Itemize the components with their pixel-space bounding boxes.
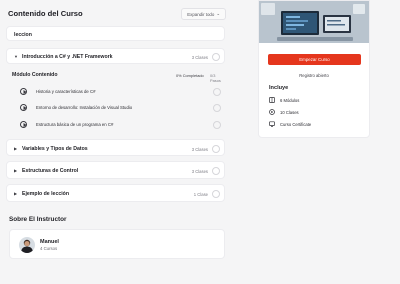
enroll-sidebar: Empezar Curso Registro abierto Incluye 6…: [258, 0, 370, 138]
instructor-card[interactable]: Manuel 4 Cursos: [9, 229, 225, 259]
includes-item-classes: 10 Clases: [269, 108, 299, 116]
completion-circle-icon: [213, 88, 221, 96]
instructor-name: Manuel: [40, 239, 59, 245]
curriculum-header: Contenido del Curso Expandir todo ⌄: [8, 8, 226, 22]
completion-circle-icon: [212, 53, 220, 61]
section-intro[interactable]: ▼ Introducción a C# y .NET Framework 3 C…: [6, 48, 225, 64]
section-title: Variables y Tipos de Datos: [22, 146, 88, 152]
certificate-icon: [269, 121, 275, 127]
section-variables[interactable]: ▶ Variables y Tipos de Datos 3 Clases: [6, 139, 225, 156]
module-label: Módulo Contenido: [12, 72, 58, 78]
lesson-item[interactable]: Estructura básica de un programa en C#: [6, 117, 225, 134]
lesson-item[interactable]: Historia y características de C#: [6, 84, 225, 101]
includes-label: 6 Módulos: [280, 97, 300, 103]
lesson-title: Entorno de desarrollo: Instalación de Vi…: [36, 105, 133, 110]
enrollment-status: Registro abierto: [299, 73, 329, 78]
completion-circle-icon: [212, 167, 220, 175]
section-title: Estructuras de Control: [22, 168, 79, 174]
avatar: [19, 237, 35, 253]
section-count: 1 Clase: [193, 192, 208, 197]
completion-circle-icon: [212, 144, 220, 153]
lesson-item[interactable]: Entorno de desarrollo: Instalación de Vi…: [6, 100, 225, 117]
book-icon: [269, 97, 275, 103]
includes-heading: Incluye: [269, 85, 289, 91]
completion-circle-icon: [213, 104, 221, 112]
completion-circle-icon: [212, 190, 220, 198]
completion-circle-icon: [213, 121, 221, 129]
includes-label: 10 Clases: [280, 109, 299, 115]
module-header: Módulo Contenido 0% Completado 0/3 Pasos: [6, 69, 225, 83]
chevron-down-icon: ⌄: [216, 11, 220, 16]
instructor-heading: Sobre El Instructor: [9, 216, 67, 223]
section-example[interactable]: ▶ Ejemplo de lección 1 Clase: [6, 184, 225, 202]
section-title: Ejemplo de lección: [22, 191, 69, 197]
caret-right-icon: ▶: [14, 191, 18, 196]
includes-item-certificate: Curso Certificate: [269, 120, 311, 128]
section-leccion[interactable]: leccion: [6, 26, 225, 41]
caret-right-icon: ▶: [14, 146, 18, 151]
play-icon: [20, 104, 27, 111]
section-title: leccion: [14, 32, 32, 38]
start-course-button[interactable]: Empezar Curso: [268, 54, 361, 65]
section-count: 3 Clases: [191, 55, 208, 60]
play-icon: [20, 88, 27, 95]
play-icon: [269, 109, 275, 115]
section-count: 3 Clases: [191, 147, 208, 152]
play-icon: [20, 121, 27, 128]
section-count: 3 Clases: [191, 169, 208, 174]
module-progress: 0% Completado: [176, 73, 204, 78]
section-title: Introducción a C# y .NET Framework: [22, 54, 113, 60]
lesson-title: Estructura básica de un programa en C#: [36, 122, 114, 127]
includes-label: Curso Certificate: [280, 121, 312, 127]
module-steps: 0/3 Pasos: [210, 73, 221, 83]
caret-right-icon: ▶: [14, 168, 18, 173]
expand-all-button[interactable]: Expandir todo ⌄: [181, 8, 226, 20]
course-content-title: Contenido del Curso: [8, 9, 83, 18]
section-control[interactable]: ▶ Estructuras de Control 3 Clases: [6, 161, 225, 179]
course-thumbnail-image: [259, 1, 369, 43]
lesson-title: Historia y características de C#: [36, 89, 96, 94]
includes-item-modules: 6 Módulos: [269, 96, 299, 104]
instructor-courses: 4 Cursos: [40, 246, 58, 251]
caret-down-icon: ▼: [14, 54, 18, 59]
expand-all-label: Expandir todo: [187, 11, 215, 17]
